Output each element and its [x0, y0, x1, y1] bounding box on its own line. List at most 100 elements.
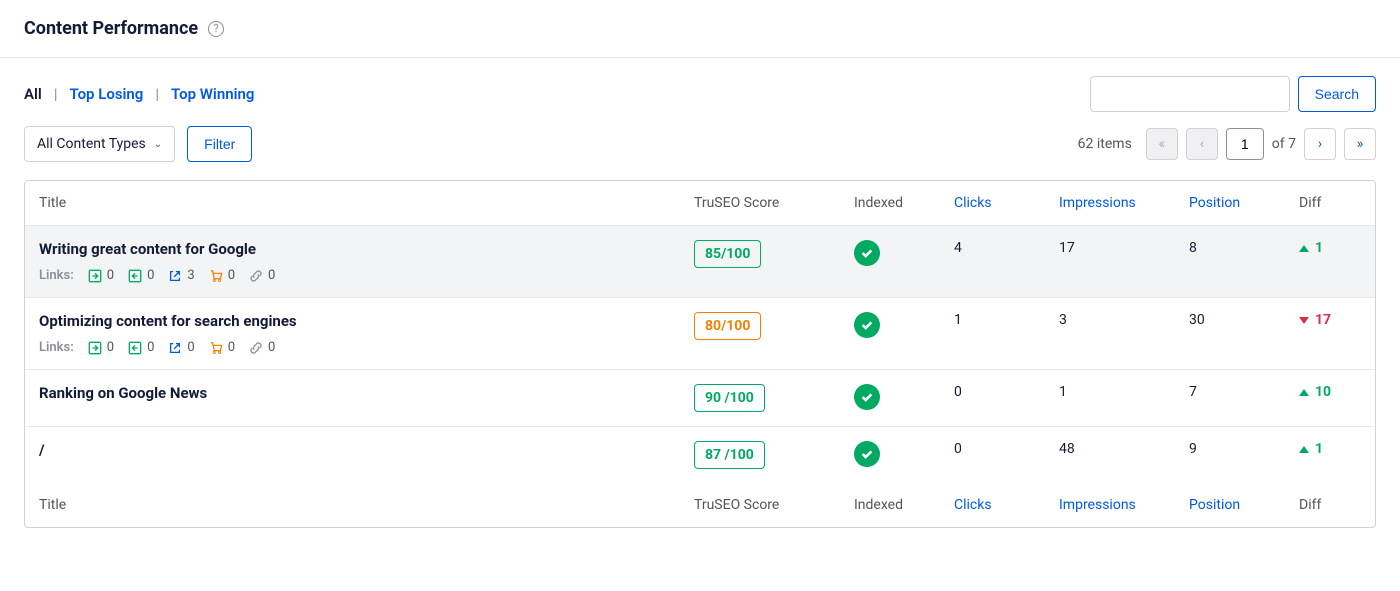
table-row[interactable]: / 87 /100 0 48 9 1: [25, 427, 1375, 483]
col-impressions[interactable]: Impressions: [1045, 483, 1175, 527]
col-indexed: Indexed: [840, 181, 940, 225]
content-table: Title TruSEO Score Indexed Clicks Impres…: [24, 180, 1376, 528]
internal-link-out-icon: [128, 269, 142, 283]
filter-button[interactable]: Filter: [187, 126, 252, 162]
links-outgoing[interactable]: 0: [128, 340, 154, 355]
tab-top-winning[interactable]: Top Winning: [171, 85, 254, 103]
cell-title: Optimizing content for search engines Li…: [25, 298, 680, 369]
dropdown-label: All Content Types: [37, 136, 146, 152]
cell-indexed: [840, 226, 940, 297]
controls-row-1: All | Top Losing | Top Winning Search: [0, 58, 1400, 112]
links-url[interactable]: 0: [249, 340, 275, 355]
links-external[interactable]: 0: [168, 340, 194, 355]
link-icon: [249, 269, 263, 283]
cell-indexed: [840, 298, 940, 369]
links-url[interactable]: 0: [249, 268, 275, 283]
cell-impressions: 1: [1045, 370, 1175, 426]
internal-link-in-icon: [88, 341, 102, 355]
cell-score: 87 /100: [680, 427, 840, 483]
cart-icon: [209, 341, 223, 355]
internal-link-out-icon: [128, 341, 142, 355]
truseo-score-badge: 80/100: [694, 312, 761, 340]
cell-impressions: 3: [1045, 298, 1175, 369]
links-label: Links:: [39, 340, 74, 355]
cart-icon: [209, 269, 223, 283]
external-link-icon: [168, 341, 182, 355]
tab-separator: |: [155, 85, 159, 103]
chevron-down-icon: ⌄: [154, 139, 162, 150]
row-title[interactable]: Ranking on Google News: [39, 384, 666, 402]
links-row: Links: 0 0 3 0 0: [39, 268, 666, 283]
triangle-down-icon: [1299, 317, 1309, 324]
page-of-label: of 7: [1272, 136, 1296, 152]
cell-clicks: 4: [940, 226, 1045, 297]
help-icon[interactable]: ?: [208, 21, 224, 37]
table-footer-row: Title TruSEO Score Indexed Clicks Impres…: [25, 483, 1375, 527]
col-indexed: Indexed: [840, 483, 940, 527]
tabs: All | Top Losing | Top Winning: [24, 85, 254, 103]
col-clicks[interactable]: Clicks: [940, 181, 1045, 225]
links-internal[interactable]: 0: [88, 340, 114, 355]
cell-diff: 1: [1285, 226, 1375, 297]
col-position[interactable]: Position: [1175, 181, 1285, 225]
table-row[interactable]: Writing great content for Google Links: …: [25, 226, 1375, 298]
next-page-button[interactable]: ›: [1304, 128, 1336, 160]
indexed-check-icon: [854, 240, 880, 266]
page-title: Content Performance: [24, 18, 198, 39]
search-input[interactable]: [1090, 76, 1290, 112]
first-page-button: «: [1146, 128, 1178, 160]
links-external[interactable]: 3: [168, 268, 194, 283]
indexed-check-icon: [854, 312, 880, 338]
row-title[interactable]: Writing great content for Google: [39, 240, 666, 258]
cell-position: 9: [1175, 427, 1285, 483]
links-internal[interactable]: 0: [88, 268, 114, 283]
tab-all[interactable]: All: [24, 85, 42, 103]
cell-position: 8: [1175, 226, 1285, 297]
tab-separator: |: [54, 85, 58, 103]
tab-top-losing[interactable]: Top Losing: [69, 85, 143, 103]
cell-score: 85/100: [680, 226, 840, 297]
table-row[interactable]: Optimizing content for search engines Li…: [25, 298, 1375, 370]
indexed-check-icon: [854, 441, 880, 467]
links-affiliate[interactable]: 0: [209, 340, 235, 355]
page-input[interactable]: [1226, 128, 1264, 160]
cell-score: 80/100: [680, 298, 840, 369]
diff-value: 17: [1299, 312, 1331, 328]
cell-title: /: [25, 427, 680, 483]
indexed-check-icon: [854, 384, 880, 410]
cell-indexed: [840, 370, 940, 426]
cell-position: 7: [1175, 370, 1285, 426]
page-header: Content Performance ?: [0, 0, 1400, 58]
last-page-button[interactable]: »: [1344, 128, 1376, 160]
cell-impressions: 48: [1045, 427, 1175, 483]
col-diff: Diff: [1285, 181, 1375, 225]
table-row[interactable]: Ranking on Google News 90 /100 0 1 7 10: [25, 370, 1375, 427]
col-position[interactable]: Position: [1175, 483, 1285, 527]
triangle-up-icon: [1299, 446, 1309, 453]
row-title[interactable]: /: [39, 441, 666, 459]
col-title: Title: [25, 181, 680, 225]
cell-title: Writing great content for Google Links: …: [25, 226, 680, 297]
search-group: Search: [1090, 76, 1376, 112]
table-header-row: Title TruSEO Score Indexed Clicks Impres…: [25, 181, 1375, 226]
links-outgoing[interactable]: 0: [128, 268, 154, 283]
col-title: Title: [25, 483, 680, 527]
col-impressions[interactable]: Impressions: [1045, 181, 1175, 225]
row-title[interactable]: Optimizing content for search engines: [39, 312, 666, 330]
triangle-up-icon: [1299, 389, 1309, 396]
truseo-score-badge: 87 /100: [694, 441, 765, 469]
cell-position: 30: [1175, 298, 1285, 369]
pagination: 62 items « ‹ of 7 › »: [1078, 128, 1376, 160]
truseo-score-badge: 85/100: [694, 240, 761, 268]
cell-clicks: 0: [940, 427, 1045, 483]
diff-value: 1: [1299, 240, 1323, 256]
links-affiliate[interactable]: 0: [209, 268, 235, 283]
controls-row-2: All Content Types ⌄ Filter 62 items « ‹ …: [0, 112, 1400, 180]
items-count: 62 items: [1078, 136, 1132, 152]
content-types-dropdown[interactable]: All Content Types ⌄: [24, 126, 175, 162]
col-clicks[interactable]: Clicks: [940, 483, 1045, 527]
links-row: Links: 0 0 0 0 0: [39, 340, 666, 355]
search-button[interactable]: Search: [1298, 76, 1376, 112]
cell-diff: 1: [1285, 427, 1375, 483]
col-score: TruSEO Score: [680, 181, 840, 225]
